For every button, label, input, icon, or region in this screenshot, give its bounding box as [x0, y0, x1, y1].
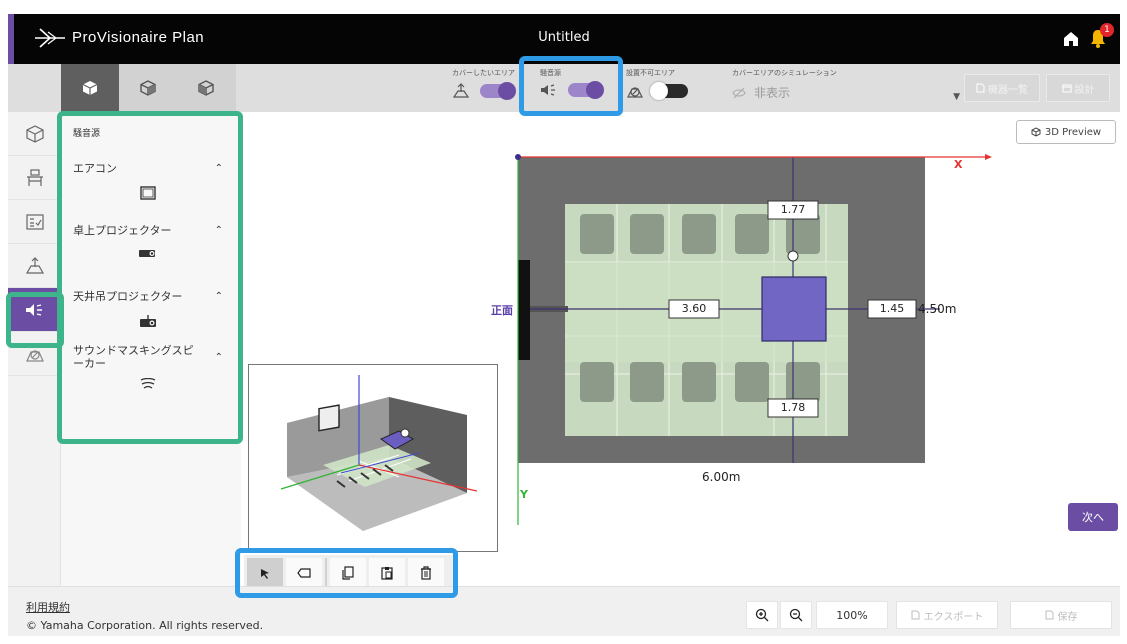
- 3d-preview-button[interactable]: 3D Preview: [1016, 120, 1116, 144]
- terms-link[interactable]: 利用規約: [26, 599, 70, 615]
- zoom-in-icon: [755, 608, 769, 622]
- save-button[interactable]: 保存: [1010, 601, 1112, 629]
- paste-icon: [381, 567, 393, 580]
- 3d-preview-thumbnail[interactable]: [248, 364, 498, 552]
- copyright-text: © Yamaha Corporation. All rights reserve…: [26, 619, 264, 632]
- display: [518, 260, 530, 360]
- rotate-tool-button[interactable]: [286, 558, 322, 588]
- noise-source-object[interactable]: [761, 276, 827, 342]
- app-window: ProVisionaire Plan Untitled 1 カバーしたいエリア: [0, 0, 1127, 644]
- select-tool-button[interactable]: [247, 558, 283, 588]
- save-icon: [1045, 610, 1053, 620]
- axis-x-label: X: [954, 158, 963, 171]
- export-icon: [911, 610, 920, 620]
- select-arrow-icon: [261, 569, 269, 579]
- zoom-out-icon: [789, 608, 803, 622]
- rotate-icon: [297, 568, 311, 578]
- paste-button[interactable]: [369, 558, 405, 588]
- export-button[interactable]: エクスポート: [896, 601, 998, 629]
- 3d-preview-drawing: [280, 375, 478, 531]
- bottom-bar: 利用規約 © Yamaha Corporation. All rights re…: [8, 586, 1120, 636]
- dimension-right: 1.45: [879, 302, 905, 315]
- front-label: 正面: [491, 304, 513, 317]
- axis-x-arrow: [985, 154, 992, 160]
- zoom-level: 100%: [816, 601, 888, 629]
- zoom-in-button[interactable]: [746, 601, 778, 629]
- dimension-left: 3.60: [681, 302, 707, 315]
- copy-icon: [342, 566, 354, 580]
- dimension-top: 1.77: [780, 203, 806, 216]
- 3d-preview-label: 3D Preview: [1044, 126, 1102, 138]
- tool-separator: [325, 558, 327, 588]
- floor-plan-drawing: [515, 154, 992, 525]
- zoom-out-button[interactable]: [780, 601, 812, 629]
- dimension-bottom: 1.78: [780, 401, 806, 414]
- axis-y-label: Y: [520, 488, 528, 501]
- delete-icon: [421, 566, 431, 580]
- delete-button[interactable]: [408, 558, 444, 588]
- cube-icon: [1031, 127, 1041, 137]
- origin-point: [515, 154, 521, 160]
- save-label: 保存: [1057, 611, 1078, 623]
- export-label: エクスポート: [923, 611, 984, 623]
- room-depth-label: 4.50m: [918, 302, 957, 316]
- copy-button[interactable]: [330, 558, 366, 588]
- room-width-label: 6.00m: [702, 470, 741, 484]
- rotate-handle[interactable]: [787, 250, 799, 262]
- next-button[interactable]: 次へ: [1068, 503, 1118, 531]
